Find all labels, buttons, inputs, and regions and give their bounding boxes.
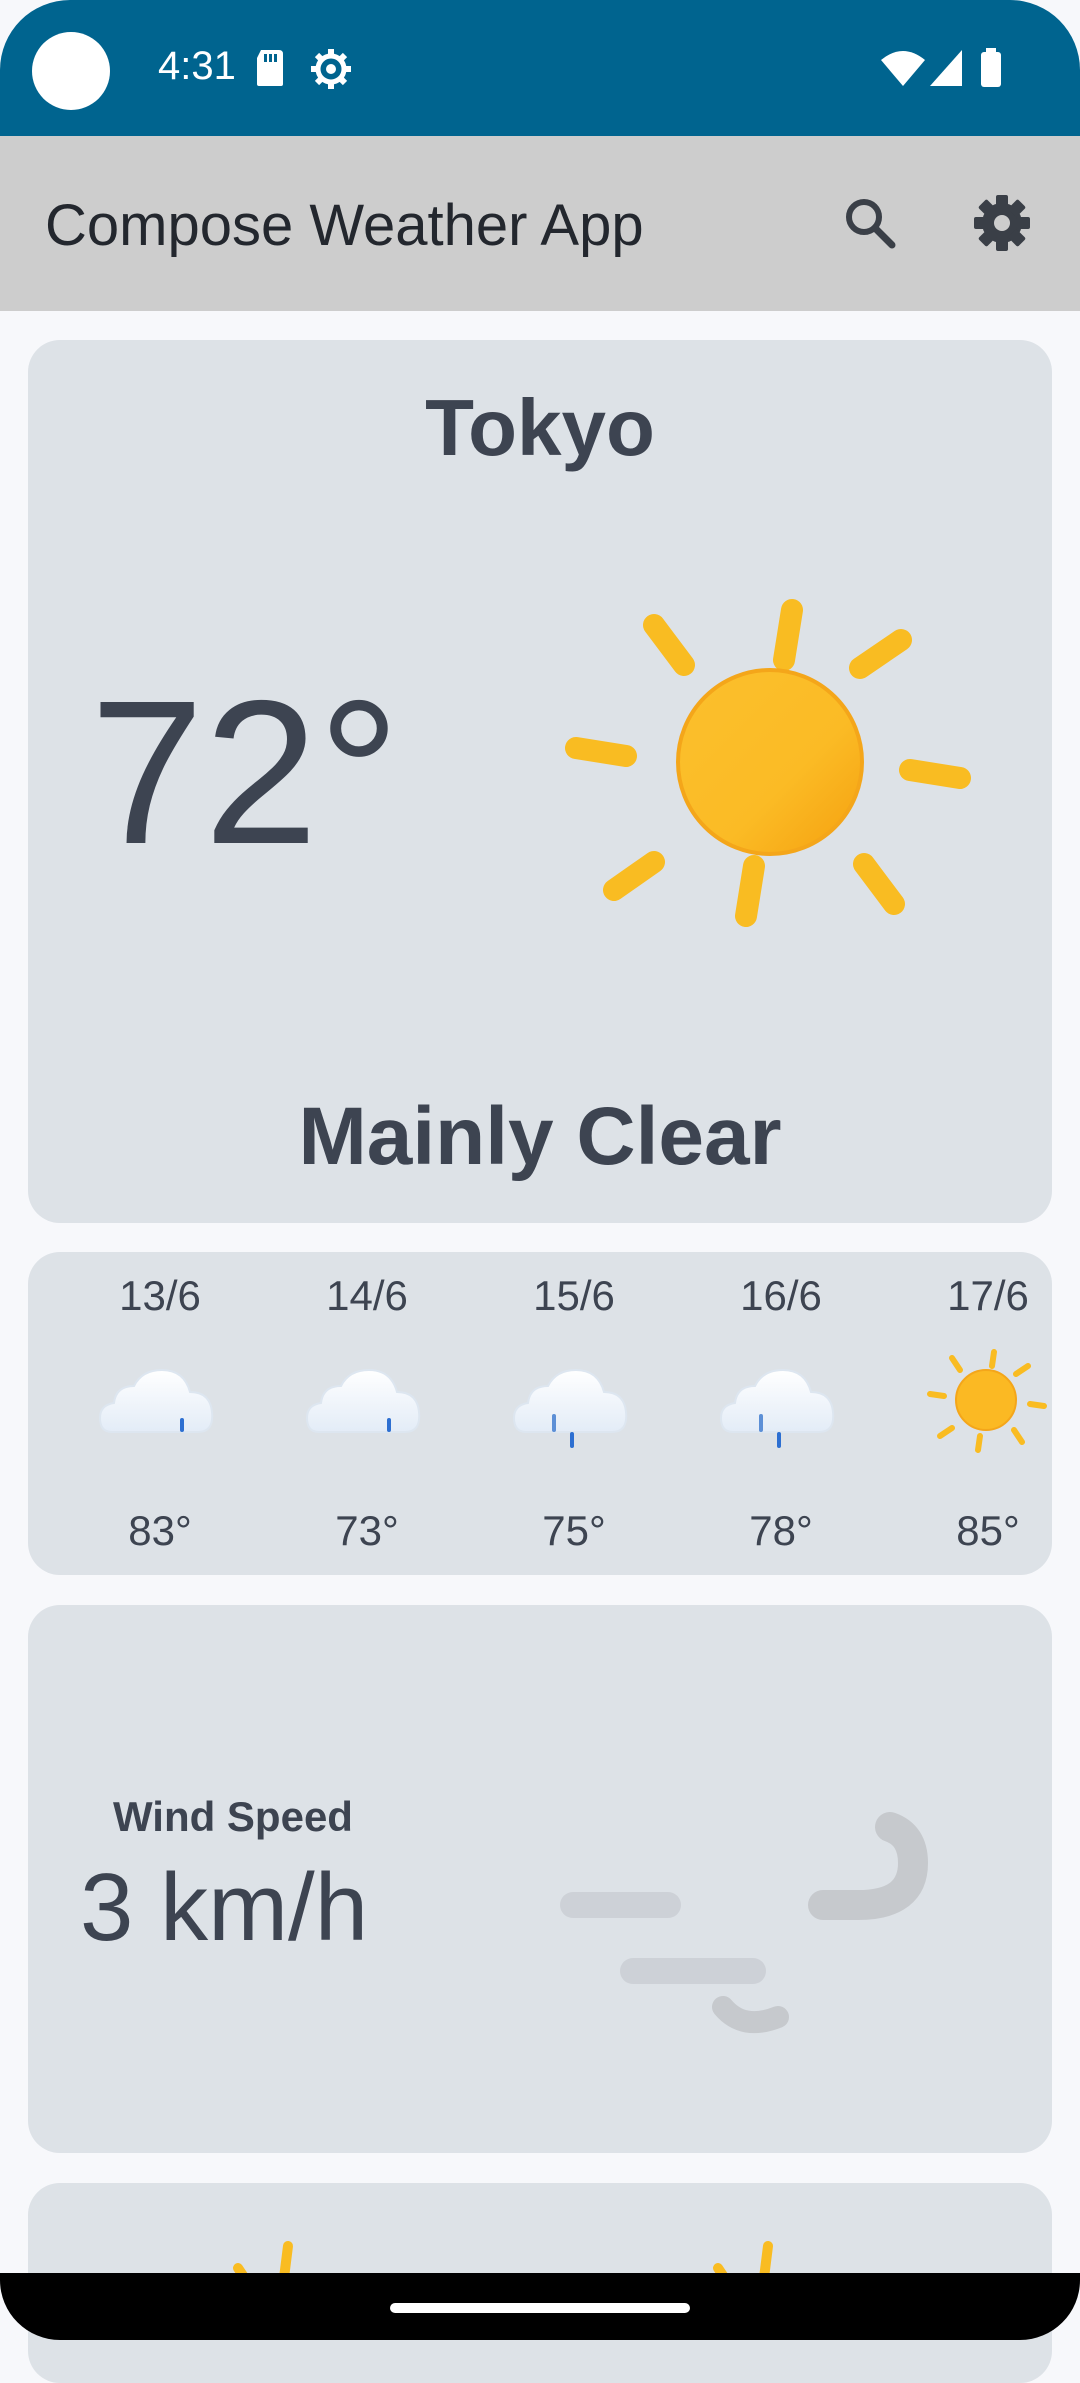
current-weather-card: Tokyo 72° Mainly Clear [28,340,1052,1223]
forecast-day: 16/6 78° [701,1252,861,1575]
forecast-temp: 75° [542,1507,606,1554]
forecast-day: 15/6 75° [494,1252,654,1575]
forecast-temp: 78° [749,1507,813,1554]
wind-speed-value: 3 km/h [80,1854,369,1961]
forecast-temp: 73° [335,1507,399,1554]
forecast-date: 15/6 [533,1272,615,1319]
forecast-day: 13/6 83° [80,1252,240,1575]
home-gesture-handle[interactable] [390,2303,690,2313]
forecast-day: 14/6 73° [287,1252,447,1575]
sd-card-icon [255,48,285,93]
settings-icon [974,195,1030,251]
wind-card: Wind Speed 3 km/h [28,1605,1052,2153]
sun-icon [536,570,996,1035]
status-time: 4:31 [158,44,236,88]
camera-cutout [32,32,110,110]
cloud-drizzle-icon [98,1350,222,1465]
forecast-temp: 83° [128,1507,192,1554]
forecast-temp: 85° [956,1507,1020,1554]
navigation-bar [0,2273,1080,2340]
app-bar: Compose Weather App [0,136,1080,311]
wind-speed-label: Wind Speed [113,1793,353,1840]
forecast-date: 17/6 [947,1272,1029,1319]
current-temperature: 72° [90,658,401,887]
wifi-icon [880,48,926,93]
app-title: Compose Weather App [45,193,644,258]
search-button[interactable] [835,188,905,258]
cloud-drizzle-icon [305,1350,429,1465]
forecast-day: 17/6 85° [908,1252,1068,1575]
forecast-card: 13/6 83° 14/6 73° 15/6 75° 16/6 78° 17/6… [28,1252,1052,1575]
weather-condition: Mainly Clear [298,1091,782,1182]
status-bar: 4:31 [0,0,1080,136]
cloud-rain-icon [719,1350,843,1465]
forecast-date: 14/6 [326,1272,408,1319]
settings-gear-icon [310,48,352,95]
cloud-rain-icon [512,1350,636,1465]
sun-icon [918,1342,1058,1487]
signal-icon [928,48,964,93]
search-icon [846,199,896,249]
settings-button[interactable] [967,188,1037,258]
forecast-date: 16/6 [740,1272,822,1319]
forecast-date: 13/6 [119,1272,201,1319]
city-name: Tokyo [425,383,655,472]
battery-icon [980,48,1002,93]
wind-icon [528,1745,978,2070]
